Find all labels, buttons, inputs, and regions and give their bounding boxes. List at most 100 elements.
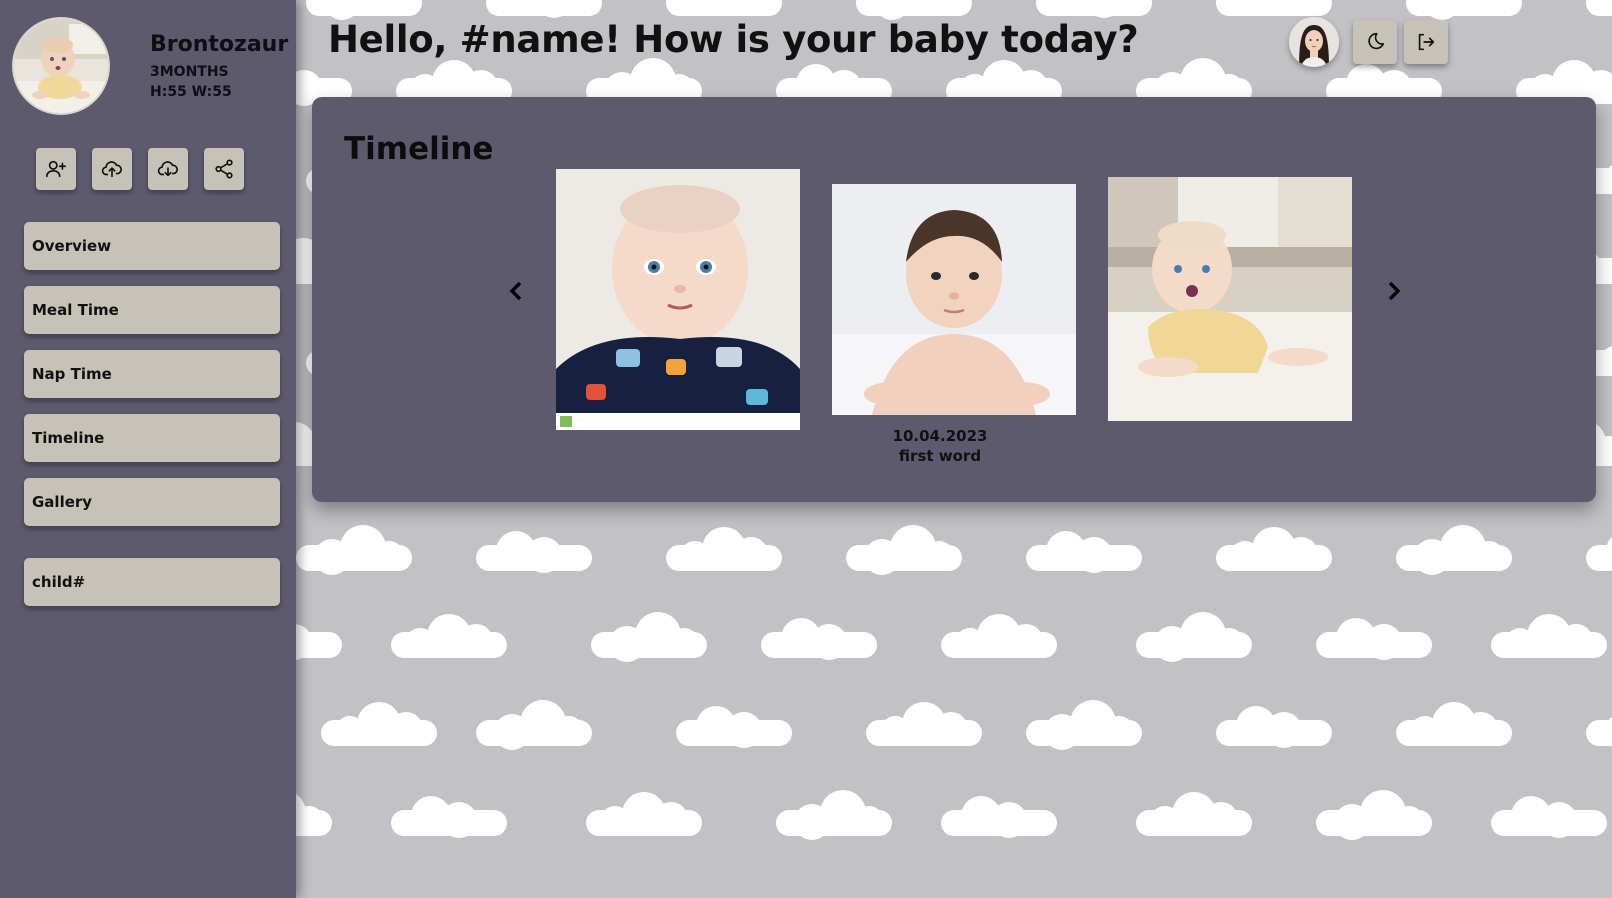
share-icon — [215, 159, 233, 179]
timeline-card: Timeline 10.04.2023 first word — [312, 97, 1596, 502]
cloud-part — [654, 802, 688, 836]
cloud-shape — [941, 612, 1057, 658]
cloud-part — [1284, 537, 1318, 571]
cloud-shape — [1586, 0, 1612, 16]
cloud-part — [389, 712, 423, 746]
sidebar-item-overview[interactable]: Overview — [24, 222, 280, 270]
cloud-shape — [1586, 525, 1612, 571]
cloud-shape — [306, 0, 422, 20]
user-avatar[interactable] — [1289, 17, 1339, 67]
cloud-shape — [1036, 0, 1152, 18]
sidebar-item-timeline[interactable]: Timeline — [24, 414, 280, 462]
cloud-part — [463, 810, 489, 836]
cloud-upload-icon — [101, 161, 122, 178]
share-button[interactable] — [204, 148, 244, 190]
cloud-shape — [856, 0, 972, 20]
timeline-photo-3[interactable] — [1108, 177, 1352, 421]
sidebar-item-nap-time[interactable]: Nap Time — [24, 350, 280, 398]
timeline-photo-1[interactable] — [556, 169, 800, 430]
cloud-shape — [321, 700, 437, 746]
photo-caption: first word — [898, 447, 982, 465]
cloud-part — [934, 712, 968, 746]
cloud-shape — [1406, 0, 1522, 20]
cloud-shape — [586, 790, 702, 836]
logout-icon — [1418, 33, 1435, 51]
cloud-download-icon — [157, 161, 178, 177]
cloud-part — [1394, 806, 1424, 836]
cloud-shape — [761, 612, 877, 660]
cloud-shape — [1026, 700, 1142, 750]
timeline-photo-2[interactable] — [832, 184, 1076, 415]
cloud-shape — [846, 525, 962, 575]
cloud-shape — [1136, 612, 1252, 662]
cloud-part — [1013, 810, 1039, 836]
cloud-part — [669, 628, 699, 658]
cloud-shape — [391, 612, 507, 658]
chevron-right-icon — [1388, 281, 1401, 301]
night-mode-button[interactable] — [1353, 20, 1397, 64]
timeline-title: Timeline — [344, 131, 494, 167]
cloud-shape — [391, 790, 507, 838]
carousel-next-button[interactable] — [1382, 279, 1406, 303]
cloud-shape — [676, 700, 792, 748]
cloud-shape — [591, 612, 707, 662]
sidebar-item-gallery[interactable]: Gallery — [24, 478, 280, 526]
cloud-shape — [1586, 700, 1612, 750]
cloud-part — [748, 720, 774, 746]
cloud-shape — [1491, 790, 1607, 838]
cloud-shape — [476, 700, 592, 750]
cloud-part — [1214, 628, 1244, 658]
sidebar-item-child[interactable]: child# — [24, 558, 280, 606]
cloud-part — [1104, 716, 1134, 746]
page-greeting: Hello, #name! How is your baby today? — [328, 18, 1139, 61]
cloud-part — [298, 632, 324, 658]
cloud-part — [1559, 624, 1593, 658]
cloud-part — [854, 806, 884, 836]
cloud-part — [1009, 624, 1043, 658]
cloud-part — [1204, 802, 1238, 836]
cloud-part — [374, 541, 404, 571]
add-child-button[interactable] — [36, 148, 76, 190]
chevron-left-icon — [509, 281, 522, 301]
download-button[interactable] — [148, 148, 188, 190]
cloud-part — [1474, 541, 1504, 571]
cloud-shape — [1491, 612, 1607, 658]
cloud-part — [1388, 632, 1414, 658]
sidebar: Brontozaur 3MONTHS H:55 W:55 Overview Me… — [0, 0, 296, 898]
upload-button[interactable] — [92, 148, 132, 190]
cloud-shape — [296, 790, 332, 836]
add-user-icon — [46, 160, 66, 178]
cloud-shape — [486, 0, 602, 18]
sidebar-item-meal-time[interactable]: Meal Time — [24, 286, 280, 334]
cloud-shape — [296, 525, 412, 575]
cloud-shape — [1396, 525, 1512, 575]
cloud-part — [1098, 545, 1124, 571]
cloud-shape — [941, 790, 1057, 838]
baby-age: 3MONTHS — [150, 64, 229, 80]
cloud-part — [1288, 720, 1314, 746]
cloud-part — [1464, 712, 1498, 746]
carousel-prev-button[interactable] — [504, 279, 528, 303]
baby-avatar[interactable] — [12, 17, 110, 115]
cloud-shape — [776, 790, 892, 840]
cloud-shape — [866, 700, 982, 746]
cloud-part — [548, 545, 574, 571]
cloud-shape — [1396, 700, 1512, 746]
cloud-shape — [1216, 700, 1332, 748]
cloud-part — [459, 624, 493, 658]
cloud-part — [734, 537, 768, 571]
baby-meta: 3MONTHS H:55 W:55 — [150, 62, 232, 102]
cloud-shape — [666, 525, 782, 571]
cloud-shape — [296, 612, 342, 660]
cloud-shape — [1216, 0, 1332, 16]
cloud-shape — [1026, 525, 1142, 573]
cloud-shape — [476, 525, 592, 573]
photo-date: 10.04.2023 — [892, 427, 988, 445]
logout-button[interactable] — [1404, 20, 1448, 64]
cloud-shape — [1136, 790, 1252, 836]
cloud-shape — [1316, 790, 1432, 840]
cloud-part — [833, 632, 859, 658]
baby-name: Brontozaur — [150, 32, 289, 57]
cloud-part — [554, 716, 584, 746]
baby-measurements: H:55 W:55 — [150, 84, 232, 100]
